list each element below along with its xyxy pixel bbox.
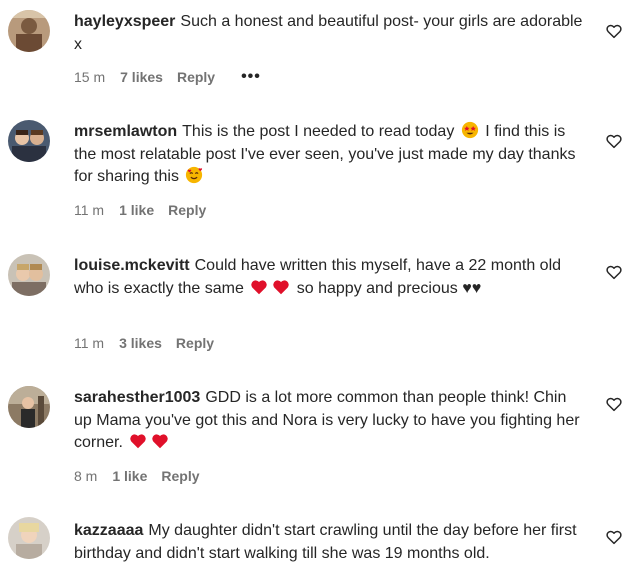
smiling-hearts-emoji-icon [185, 166, 203, 184]
reply-button[interactable]: Reply [176, 335, 214, 351]
avatar[interactable] [8, 120, 50, 162]
red-heart-emoji-icon [250, 278, 268, 296]
reply-button[interactable]: Reply [168, 202, 206, 218]
comment-body: My daughter didn't start crawling until … [74, 522, 577, 562]
avatar[interactable] [8, 254, 50, 296]
avatar[interactable] [8, 386, 50, 428]
comment-text: mrsemlawton This is the post I needed to … [74, 121, 586, 189]
comment-text: louise.mckevitt Could have written this m… [74, 255, 586, 300]
comment-body: This is the post I needed to read today [182, 123, 455, 140]
comment-likes[interactable]: 1 like [119, 202, 154, 218]
comment-text: kazzaaaa My daughter didn't start crawlin… [74, 520, 586, 565]
avatar[interactable] [8, 517, 50, 559]
like-heart-icon[interactable] [605, 395, 623, 413]
more-options-icon[interactable]: ••• [241, 68, 261, 86]
comment-item: hayleyxspeer Such a honest and beautiful … [0, 0, 634, 100]
comment-body-continued: so happy and precious ♥♥ [296, 279, 482, 297]
comment-item: louise.mckevitt Could have written this m… [0, 245, 634, 365]
like-heart-icon[interactable] [605, 22, 623, 40]
comment-username[interactable]: hayleyxspeer [74, 13, 175, 30]
comment-meta: 15 m 7 likes Reply ••• [74, 68, 261, 86]
comment-meta: 11 m 1 like Reply [74, 202, 232, 218]
comment-likes[interactable]: 7 likes [120, 69, 163, 85]
comment-likes[interactable]: 3 likes [119, 335, 162, 351]
comment-time: 11 m [74, 335, 105, 351]
like-heart-icon[interactable] [605, 263, 623, 281]
comment-likes[interactable]: 1 like [112, 468, 147, 484]
comment-time: 8 m [74, 468, 98, 484]
like-heart-icon[interactable] [605, 528, 623, 546]
reply-button[interactable]: Reply [161, 468, 199, 484]
comment-item: mrsemlawton This is the post I needed to … [0, 110, 634, 230]
comment-username[interactable]: mrsemlawton [74, 123, 177, 140]
comment-item: sarahesther1003 GDD is a lot more common … [0, 379, 634, 499]
comment-username[interactable]: louise.mckevitt [74, 257, 190, 274]
comment-meta: 11 m 3 likes Reply [74, 335, 240, 351]
comment-text: hayleyxspeer Such a honest and beautiful … [74, 11, 586, 56]
comment-text: sarahesther1003 GDD is a lot more common … [74, 387, 586, 455]
comment-username[interactable]: kazzaaaa [74, 522, 143, 539]
red-heart-emoji-icon [151, 432, 169, 450]
red-heart-emoji-icon [129, 432, 147, 450]
red-heart-emoji-icon [272, 278, 290, 296]
avatar[interactable] [8, 10, 50, 52]
star-struck-emoji-icon [461, 121, 479, 139]
comment-time: 15 m [74, 69, 106, 85]
reply-button[interactable]: Reply [177, 69, 215, 85]
comment-username[interactable]: sarahesther1003 [74, 389, 200, 406]
comment-time: 11 m [74, 202, 105, 218]
comment-item: kazzaaaa My daughter didn't start crawlin… [0, 512, 634, 584]
like-heart-icon[interactable] [605, 132, 623, 150]
comment-meta: 8 m 1 like Reply [74, 468, 226, 484]
